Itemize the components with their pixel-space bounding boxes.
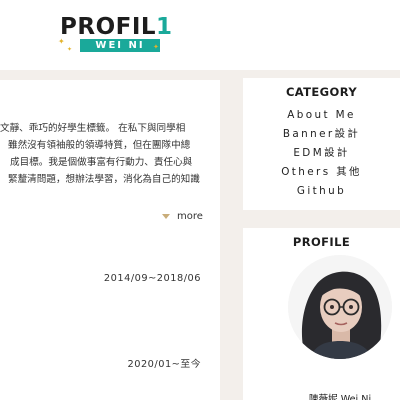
category-card: CATEGORY About Me Banner設計 EDM設計 Others …: [243, 78, 400, 210]
category-title: CATEGORY: [285, 85, 358, 99]
profile-card: PROFILE 陳薇妮 Wei Ni: [243, 228, 400, 400]
logo-subtitle: WEI NI: [80, 39, 160, 52]
intro-line: 緊釐清問題，想辦法學習，消化為自己的知識: [8, 174, 200, 185]
more-label: more: [177, 210, 203, 222]
intro-text: 文靜、乖巧的好學生標籤。 在私下與同學相 雖然沒有領袖般的領導特質，但在團隊中總…: [0, 120, 220, 188]
more-button[interactable]: more: [162, 209, 203, 223]
intro-line: 文靜、乖巧的好學生標籤。 在私下與同學相: [0, 123, 186, 134]
category-item-others[interactable]: Others 其他: [243, 163, 400, 182]
logo-title: PROFIL1: [60, 14, 173, 40]
site-logo[interactable]: PROFIL1 WEI NI ✦ ✦ ✦: [58, 14, 172, 56]
timeline-date: 2014/09~2018/06: [103, 273, 201, 284]
sparkle-icon: ✦: [153, 43, 159, 51]
category-item-edm[interactable]: EDM設計: [243, 144, 400, 163]
intro-line: 成目標。我是個做事富有行動力、責任心與: [10, 157, 193, 168]
profile-name: 陳薇妮 Wei Ni: [308, 394, 372, 400]
intro-line: 雖然沒有領袖般的領導特質，但在團隊中總: [8, 140, 191, 151]
sparkle-icon: ✦: [58, 37, 65, 46]
header: PROFIL1 WEI NI ✦ ✦ ✦: [0, 0, 400, 70]
category-item-about-me[interactable]: About Me: [243, 106, 400, 125]
logo-number: 1: [156, 14, 173, 40]
person-avatar-icon: [288, 255, 392, 359]
profile-title: PROFILE: [292, 235, 351, 249]
timeline-date: 2020/01~至今: [127, 359, 201, 370]
category-list: About Me Banner設計 EDM設計 Others 其他 Github: [243, 106, 400, 201]
sparkle-icon: ✦: [67, 46, 73, 53]
about-card: 文靜、乖巧的好學生標籤。 在私下與同學相 雖然沒有領袖般的領導特質，但在團隊中總…: [0, 80, 220, 400]
chevron-down-icon: [162, 213, 170, 219]
category-item-banner[interactable]: Banner設計: [243, 125, 400, 144]
category-item-github[interactable]: Github: [243, 182, 400, 201]
